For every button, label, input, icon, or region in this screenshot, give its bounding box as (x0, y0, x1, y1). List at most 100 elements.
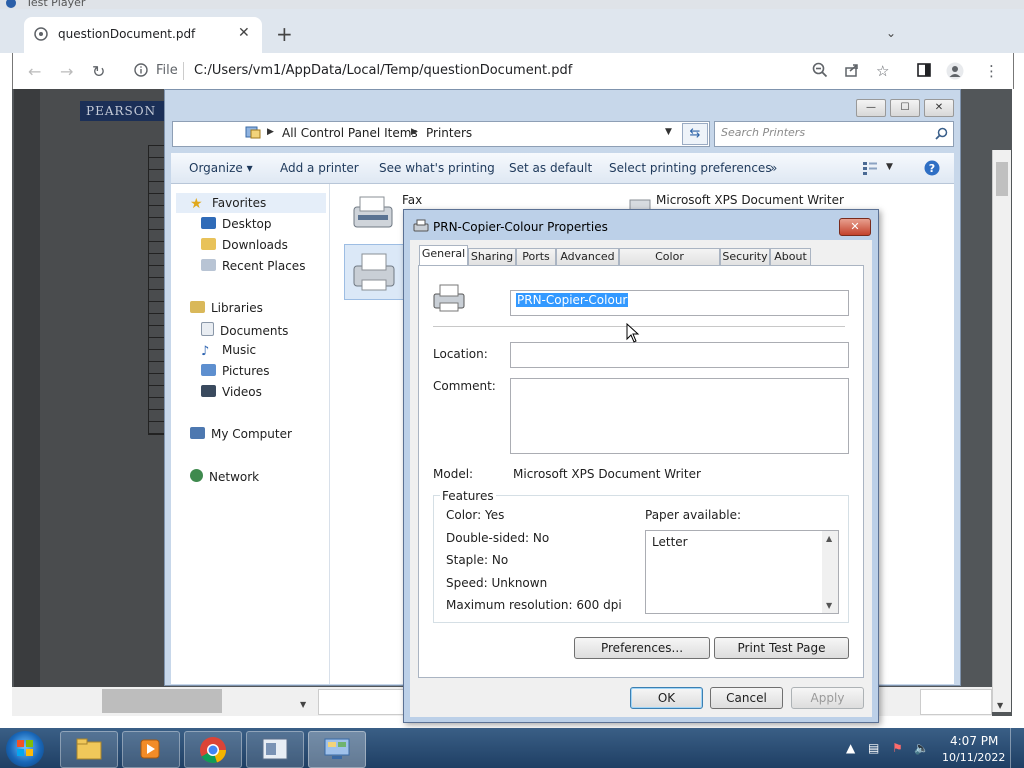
paper-available-list[interactable]: Letter ▲ ▼ (645, 530, 839, 614)
paper-list-scrollbar[interactable]: ▲ ▼ (822, 531, 838, 613)
folder-icon (76, 738, 102, 760)
nav-desktop[interactable]: Desktop (201, 217, 272, 231)
breadcrumb-printers[interactable]: Printers (426, 126, 472, 140)
tab-security[interactable]: Security (720, 248, 770, 266)
taskbar-test-player-button[interactable] (246, 731, 304, 768)
tab-ports[interactable]: Ports (516, 248, 556, 266)
nav-recent-places[interactable]: Recent Places (201, 259, 305, 273)
printer-icon[interactable] (348, 250, 400, 294)
tab-title: questionDocument.pdf (58, 27, 196, 41)
show-hidden-icons-icon[interactable]: ▲ (846, 741, 855, 755)
scroll-up-icon[interactable]: ▲ (826, 534, 832, 543)
nav-label: Desktop (222, 217, 272, 231)
tab-close-icon[interactable]: ✕ (238, 25, 250, 41)
dialog-title: PRN-Copier-Colour Properties (433, 220, 608, 234)
print-test-page-button[interactable]: Print Test Page (714, 637, 849, 659)
clock-date[interactable]: 10/11/2022 (942, 751, 1005, 764)
explorer-minimize-button[interactable]: — (856, 99, 886, 117)
printer-name-value[interactable]: PRN-Copier-Colour (516, 293, 629, 307)
nav-network[interactable]: Network (190, 469, 259, 484)
tab-general[interactable]: General (419, 245, 468, 267)
add-printer-button[interactable]: Add a printer (280, 161, 359, 175)
nav-documents[interactable]: Documents (201, 322, 288, 338)
refresh-icon[interactable]: ⇆ (682, 123, 708, 145)
url-divider (183, 62, 184, 80)
nav-downloads[interactable]: Downloads (201, 238, 288, 252)
search-printers-input[interactable]: Search Printers (714, 121, 954, 147)
scroll-down-icon[interactable]: ▼ (300, 700, 306, 709)
explorer-maximize-button[interactable]: ☐ (890, 99, 920, 117)
nav-label: My Computer (211, 427, 292, 441)
share-icon[interactable] (844, 62, 860, 78)
clock-time[interactable]: 4:07 PM (950, 734, 998, 748)
action-center-icon[interactable]: ⚑ (892, 741, 903, 755)
apply-button[interactable]: Apply (791, 687, 864, 709)
nav-pictures[interactable]: Pictures (201, 364, 270, 378)
tab-sharing[interactable]: Sharing (468, 248, 516, 266)
taskbar-media-player-button[interactable] (122, 731, 180, 768)
nav-my-computer[interactable]: My Computer (190, 427, 292, 441)
tab-question-document[interactable]: questionDocument.pdf ✕ (24, 17, 262, 53)
xps-printer-icon[interactable] (628, 196, 652, 210)
zoom-icon[interactable] (812, 62, 828, 78)
set-default-button[interactable]: Set as default (509, 161, 592, 175)
preferences-button[interactable]: Preferences... (574, 637, 710, 659)
comment-textarea[interactable] (510, 378, 849, 454)
tab-advanced[interactable]: Advanced (556, 248, 619, 266)
reload-icon[interactable]: ↻ (92, 62, 105, 81)
scroll-down-icon[interactable]: ▼ (997, 701, 1003, 710)
cancel-button[interactable]: Cancel (710, 687, 783, 709)
url-input[interactable]: C:/Users/vm1/AppData/Local/Temp/question… (194, 63, 572, 78)
nav-libraries[interactable]: Libraries (190, 301, 263, 315)
side-panel-icon[interactable] (916, 62, 932, 78)
nav-label: Libraries (211, 301, 263, 315)
nav-videos[interactable]: Videos (201, 385, 262, 399)
breadcrumb-arrow-icon[interactable]: ▶ (267, 127, 274, 137)
new-tab-button[interactable]: + (276, 22, 293, 46)
ok-button[interactable]: OK (630, 687, 703, 709)
tab-about[interactable]: About (770, 248, 811, 266)
printing-preferences-button[interactable]: Select printing preferences (609, 161, 772, 175)
breadcrumb-control-panel[interactable]: All Control Panel Items (282, 126, 418, 140)
view-dropdown-icon[interactable]: ▼ (886, 162, 893, 172)
network-tray-icon[interactable]: ▤ (868, 741, 879, 755)
explorer-close-button[interactable]: ✕ (924, 99, 954, 117)
network-icon (190, 469, 203, 482)
paper-item-letter[interactable]: Letter (652, 535, 688, 549)
nav-music[interactable]: ♪ Music (201, 343, 256, 359)
menu-kebab-icon[interactable]: ⋮ (984, 62, 999, 80)
help-icon[interactable]: ? (924, 160, 940, 176)
scroll-thumb-horizontal[interactable] (102, 689, 222, 713)
location-input[interactable] (510, 342, 849, 368)
see-printing-button[interactable]: See what's printing (379, 161, 495, 175)
volume-icon[interactable]: 🔈 (914, 741, 929, 755)
profile-avatar-icon[interactable] (946, 62, 964, 80)
back-icon[interactable]: ← (28, 62, 41, 81)
taskbar-chrome-button[interactable] (184, 731, 242, 768)
nav-favorites[interactable]: ★ Favorites (190, 196, 266, 212)
search-icon[interactable] (935, 127, 948, 140)
info-icon[interactable] (134, 63, 148, 77)
tab-color-management[interactable]: Color Management (619, 248, 720, 279)
more-commands-button[interactable]: » (770, 161, 777, 175)
pdf-vertical-scrollbar[interactable]: ▼ (992, 150, 1011, 712)
xps-writer-label[interactable]: Microsoft XPS Document Writer (656, 193, 844, 207)
dialog-close-button[interactable]: ✕ (839, 218, 871, 236)
organize-menu[interactable]: Organize ▾ (189, 161, 253, 175)
chevron-down-icon[interactable]: ⌄ (886, 26, 896, 40)
pdf-left-gutter (14, 89, 40, 716)
taskbar-control-panel-button[interactable] (308, 731, 366, 768)
taskbar-explorer-button[interactable] (60, 731, 118, 768)
show-desktop-button[interactable] (1010, 728, 1024, 768)
scroll-down-icon[interactable]: ▼ (826, 601, 832, 610)
forward-icon[interactable]: → (60, 62, 73, 81)
libraries-icon (190, 301, 205, 313)
breadcrumb-arrow-icon[interactable]: ▶ (411, 127, 418, 137)
address-dropdown-icon[interactable]: ▼ (665, 127, 672, 137)
scroll-thumb[interactable] (996, 162, 1008, 196)
fax-label[interactable]: Fax (402, 193, 422, 207)
bookmark-star-icon[interactable]: ☆ (876, 62, 889, 80)
fax-icon[interactable] (348, 193, 398, 235)
videos-icon (201, 385, 216, 397)
view-options-icon[interactable] (862, 161, 878, 175)
